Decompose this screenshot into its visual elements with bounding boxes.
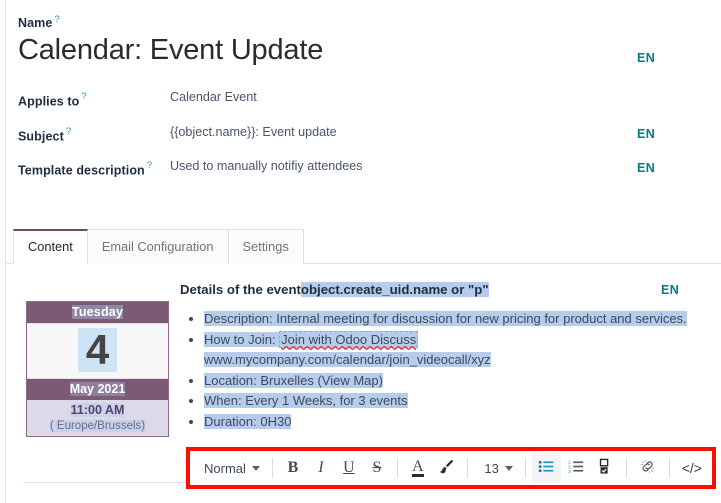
list-item: How to Join: Join with Odoo Discuss www.m… — [204, 330, 707, 371]
bulleted-list-icon — [538, 458, 555, 478]
when-prefix: When: — [204, 393, 246, 409]
body-heading-placeholder: object.create_uid.name or "p" — [300, 282, 489, 297]
calendar-timezone: ( Europe/Brussels) — [27, 420, 168, 437]
location-text: Bruxelles (View Map) — [260, 372, 383, 388]
svg-text:3: 3 — [568, 469, 571, 475]
form-sheet: Name? Calendar: Event Update EN Applies … — [6, 0, 721, 193]
calendar-time-text: 11:00 AM — [70, 403, 125, 418]
tab-settings[interactable]: Settings — [227, 229, 304, 264]
code-icon: </> — [681, 460, 702, 476]
italic-icon: I — [318, 459, 324, 476]
subject-value[interactable]: {{object.name}}: Event update — [170, 125, 637, 139]
chevron-down-icon — [251, 465, 260, 471]
font-color-icon: A — [412, 457, 424, 477]
name-label-text: Name — [18, 16, 53, 31]
duration-text: 0H30 — [260, 413, 292, 429]
code-view-button[interactable]: </> — [676, 453, 708, 483]
paragraph-style-label: Normal — [204, 460, 246, 476]
toolbar-divider — [524, 458, 526, 478]
calendar-date-card: Tuesday 4 May 2021 11:00 AM ( Europe/Bru… — [26, 301, 169, 438]
content-language-badge[interactable]: EN — [661, 283, 679, 297]
toolbar-divider — [271, 458, 273, 478]
list-item: When: Every 1 Weeks, for 3 events — [204, 391, 707, 412]
calendar-day-of-week-text: Tuesday — [71, 305, 124, 319]
field-row-template-description: Template description? Used to manually n… — [18, 159, 707, 179]
name-field-group: Name? Calendar: Event Update EN — [18, 14, 707, 68]
description-prefix: Description: — [204, 311, 277, 327]
subject-language-badge[interactable]: EN — [637, 127, 655, 141]
help-icon[interactable]: ? — [66, 126, 71, 137]
how-to-join-prefix: How to Join: — [204, 331, 280, 347]
calendar-day-box: 4 — [27, 323, 168, 380]
toolbar-divider — [396, 458, 398, 478]
font-size-label: 13 — [484, 460, 499, 476]
brush-icon — [438, 458, 455, 478]
unlink-button[interactable] — [633, 453, 662, 483]
calendar-day-of-week: Tuesday — [27, 302, 168, 323]
field-row-applies-to: Applies to? Calendar Event — [18, 90, 707, 110]
join-discuss-link[interactable]: Join with Odoo Discuss — [279, 330, 419, 348]
strikethrough-icon: S — [372, 459, 382, 476]
when-text: Every 1 Weeks, for 3 events — [245, 393, 408, 409]
page-title: Calendar: Event Update — [18, 34, 324, 67]
subject-label: Subject — [18, 129, 64, 144]
template-description-language-badge[interactable]: EN — [637, 161, 655, 175]
tab-bar: Content Email Configuration Settings — [6, 228, 721, 264]
title-language-badge[interactable]: EN — [637, 51, 655, 65]
calendar-day-number: 4 — [77, 327, 118, 373]
rich-text-toolbar[interactable]: Normal B I U S A 13 1 2 3 </> — [189, 450, 713, 486]
videocall-url[interactable]: www.mycompany.com/calendar/join_videocal… — [204, 352, 491, 368]
template-description-value[interactable]: Used to manually notifiy attendees — [170, 159, 637, 173]
calendar-month-year: May 2021 — [27, 379, 168, 401]
font-color-button[interactable]: A — [404, 453, 432, 483]
applies-to-label: Applies to — [18, 94, 80, 109]
toolbar-divider — [668, 458, 670, 478]
help-icon[interactable]: ? — [147, 160, 152, 171]
numbered-list-icon: 1 2 3 — [568, 458, 585, 478]
checklist-icon — [597, 458, 614, 478]
italic-button[interactable]: I — [307, 453, 335, 483]
template-description-label: Template description — [18, 163, 145, 178]
tab-content[interactable]: Content — [13, 229, 88, 264]
join-discuss-link-text: Join with Odoo Discuss — [281, 331, 417, 347]
help-icon[interactable]: ? — [54, 14, 59, 25]
mail-template-form: Name? Calendar: Event Update EN Applies … — [0, 0, 721, 503]
list-item: Duration: 0H30 — [204, 412, 707, 433]
unordered-list-button[interactable] — [531, 453, 562, 483]
tab-email-configuration[interactable]: Email Configuration — [86, 229, 229, 264]
toolbar-divider — [626, 458, 628, 478]
calendar-time: 11:00 AM — [27, 400, 168, 421]
applies-to-value[interactable]: Calendar Event — [170, 90, 637, 104]
chevron-down-icon — [504, 465, 513, 471]
bold-icon: B — [287, 459, 299, 476]
list-item: Description: Internal meeting for discus… — [204, 309, 707, 330]
location-prefix: Location: — [204, 372, 261, 388]
underline-icon: U — [343, 459, 355, 476]
duration-prefix: Duration: — [204, 413, 261, 429]
font-size-dropdown[interactable]: 13 — [474, 453, 518, 483]
unlink-icon — [639, 458, 656, 478]
body-heading: Details of the eventobject.create_uid.na… — [180, 281, 637, 299]
body-heading-plain: Details of the event — [180, 282, 301, 297]
event-details-list: Description: Internal meeting for discus… — [180, 309, 707, 432]
description-text: Internal meeting for discussion for new … — [276, 311, 687, 327]
bold-button[interactable]: B — [279, 453, 307, 483]
calendar-month-year-text: May 2021 — [69, 382, 126, 397]
ordered-list-button[interactable]: 1 2 3 — [561, 453, 590, 483]
toolbar-divider — [467, 458, 469, 478]
background-color-button[interactable] — [432, 453, 461, 483]
paragraph-style-dropdown[interactable]: Normal — [194, 453, 266, 483]
help-icon[interactable]: ? — [81, 91, 86, 102]
list-item: Location: Bruxelles (View Map) — [204, 371, 707, 392]
field-row-subject: Subject? {{object.name}}: Event update E… — [18, 125, 707, 145]
strikethrough-button[interactable]: S — [363, 453, 391, 483]
calendar-timezone-text: ( Europe/Brussels) — [49, 420, 146, 433]
calendar-card-column: Tuesday 4 May 2021 11:00 AM ( Europe/Bru… — [20, 281, 180, 503]
name-label: Name? — [18, 14, 707, 30]
checklist-button[interactable] — [591, 453, 620, 483]
underline-button[interactable]: U — [335, 453, 363, 483]
